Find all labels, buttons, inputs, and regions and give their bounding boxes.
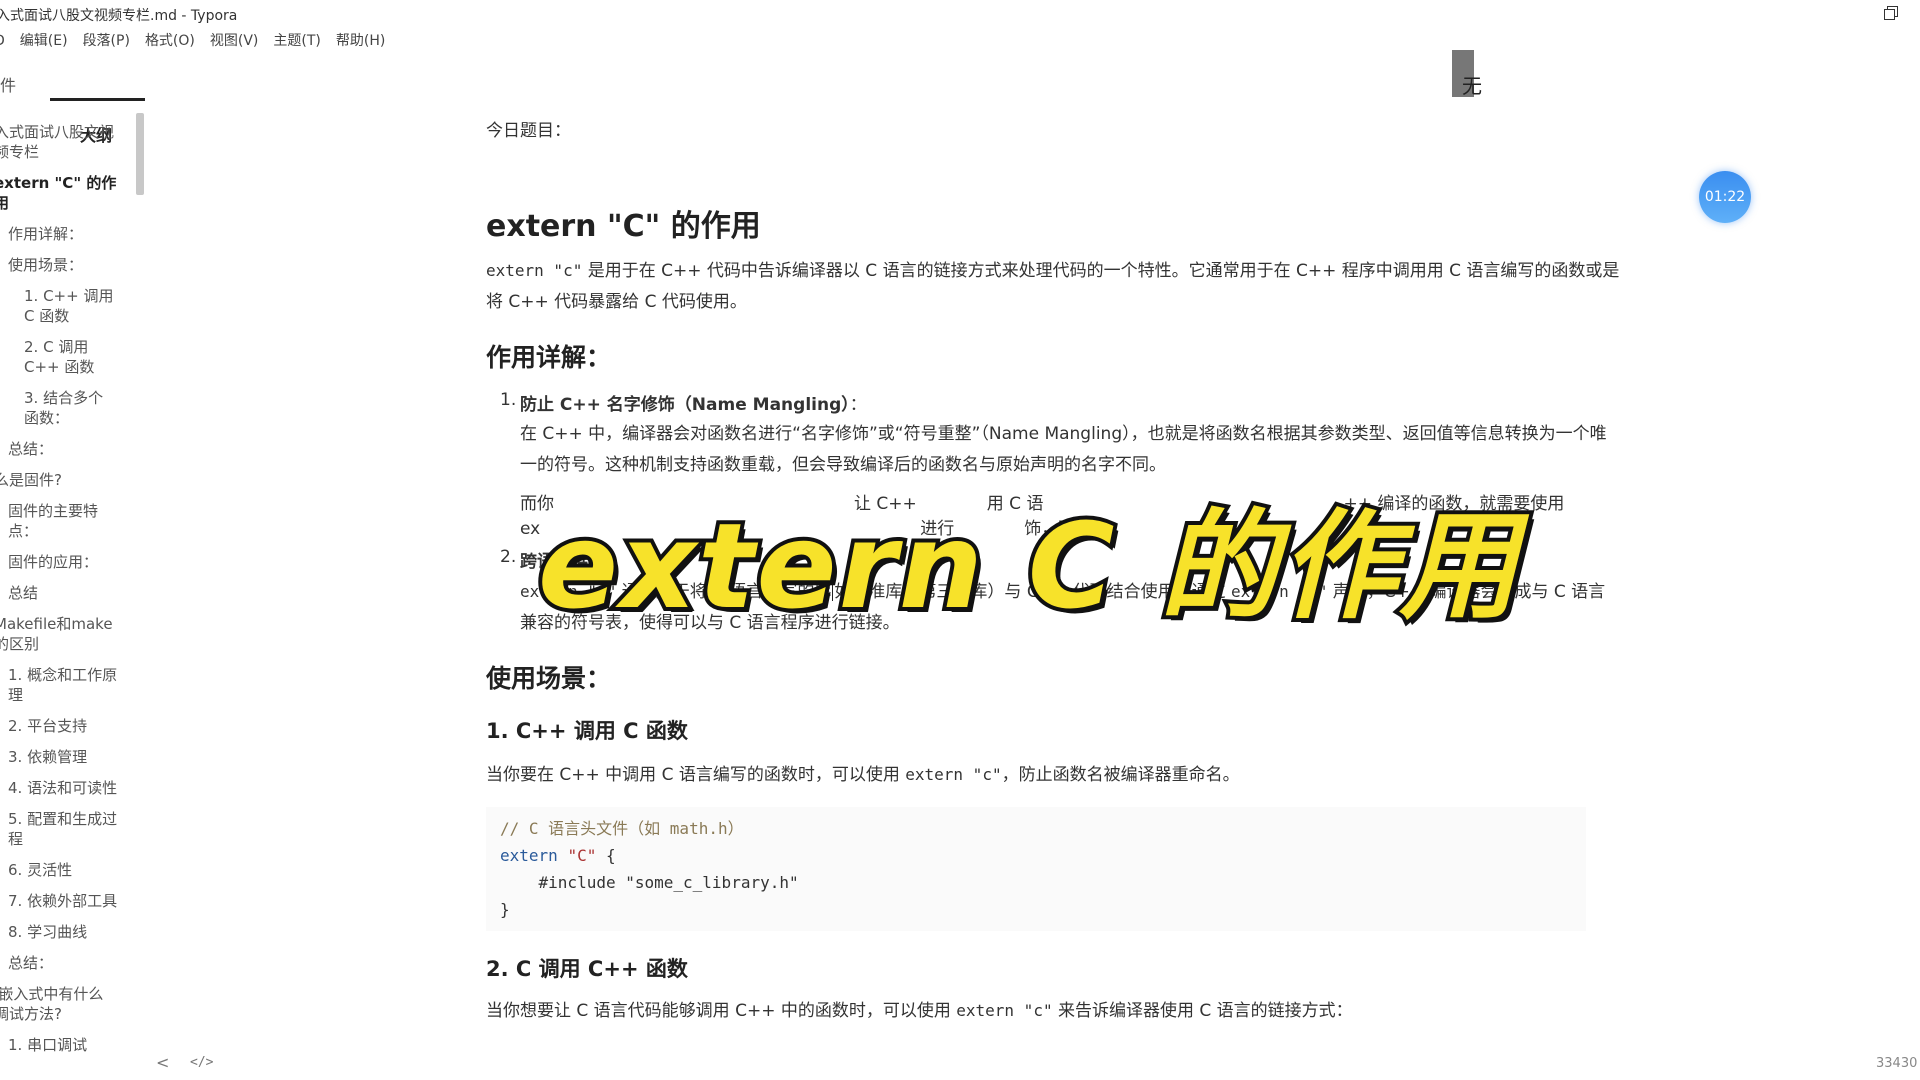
code-line: extern "C" { (500, 842, 1572, 869)
title-bar: 入式面试八股文视频专栏.md - Typora (0, 0, 1920, 28)
outline-item[interactable]: 2. C 调用 C++ 函数 (24, 337, 118, 377)
list-item-colon: ： (849, 395, 867, 415)
paragraph-usage-2: 当你想要让 C 语言代码能够调用 C++ 中的函数时，可以使用 extern "… (486, 995, 1620, 1027)
window-title: 入式面试八股文视频专栏.md - Typora (0, 8, 238, 24)
menu-theme[interactable]: 主题(T) (273, 30, 320, 52)
menu-bar: D 编辑(E) 段落(P) 格式(O) 视图(V) 主题(T) 帮助(H) (0, 30, 400, 52)
intro-text: 今日题目： (486, 121, 571, 141)
outline-item[interactable]: Makefile和make的区别 (0, 614, 118, 654)
menu-edit[interactable]: 编辑(E) (20, 30, 68, 52)
heading-usage: 使用场景： (486, 664, 612, 693)
sidebar-scrollbar[interactable] (136, 113, 144, 195)
menu-paragraph[interactable]: 段落(P) (83, 30, 130, 52)
outline-list: 入式面试八股文视频专栏 extern "C" 的作用作用详解： 使用场景： 1. C+… (0, 122, 118, 1066)
outline-item[interactable]: 6. 灵活性 (8, 860, 118, 880)
outline-item[interactable]: 3. 结合多个函数： (24, 388, 118, 428)
menu-view[interactable]: 视图(V) (210, 30, 259, 52)
source-mode-icon[interactable]: </> (190, 1055, 213, 1070)
outline-item[interactable]: 总结： (8, 953, 118, 973)
list-number: 2. (500, 547, 517, 567)
outline-item[interactable]: 1. C++ 调用 C 函数 (24, 286, 118, 326)
outline-item[interactable]: 总结 (8, 583, 118, 603)
restore-window-icon[interactable] (1884, 6, 1898, 20)
heading-c-call-cpp: 2. C 调用 C++ 函数 (486, 957, 688, 981)
code-line: } (500, 900, 510, 919)
sidebar-tabs: 件 大纲 (0, 60, 146, 145)
menu-file-fragment[interactable]: D (0, 30, 5, 52)
sidebar: 件 大纲 入式面试八股文视频专栏 extern "C" 的作用作用详解： 使用场景：… (0, 60, 146, 1080)
word-count[interactable]: 33430 词 (1876, 1052, 1920, 1071)
list-item-title: 防止 C++ 名字修饰（Name Mangling） (520, 395, 850, 415)
outline-item[interactable]: 1. 串口调试 (8, 1035, 118, 1055)
outline-item[interactable]: 4. 语法和可读性 (8, 778, 118, 798)
heading-detail: 作用详解： (486, 343, 612, 372)
code-text: { (596, 846, 616, 865)
inline-code: extern "c" (905, 765, 1002, 784)
outline-item[interactable]: 固件的主要特点： (8, 501, 118, 541)
code-block[interactable]: // C 语言头文件（如 math.h） extern "C" { #inclu… (486, 807, 1586, 931)
outline-item[interactable]: 作用详解： (8, 224, 118, 244)
outline-item[interactable]: 总结： (8, 439, 118, 459)
text-fragment: 当你想要让 C 语言代码能够调用 C++ 中的函数时，可以使用 (486, 1001, 957, 1021)
text-fragment: 当你要在 C++ 中调用 C 语言编写的函数时，可以使用 (486, 765, 906, 785)
outline-item[interactable]: 8. 学习曲线 (8, 922, 118, 942)
paragraph-text: 是用于在 C++ 代码中告诉编译器以 C 语言的链接方式来处理代码的一个特性。它… (486, 261, 1620, 312)
text-fragment: ，防止函数名被编译器重命名。 (1001, 765, 1240, 785)
inline-code: extern "c" (956, 1001, 1053, 1020)
menu-help[interactable]: 帮助(H) (336, 30, 385, 52)
paragraph-definition: extern "c" 是用于在 C++ 代码中告诉编译器以 C 语言的链接方式来… (486, 255, 1620, 318)
outline-item[interactable]: extern "C" 的作用 (0, 173, 118, 213)
outline-item[interactable]: 7. 依赖外部工具 (8, 891, 118, 911)
outline-item[interactable]: 固件的应用： (8, 552, 118, 572)
code-line: #include "some_c_library.h" (500, 873, 799, 892)
code-comment: // C 语言头文件（如 math.h） (500, 819, 744, 838)
outline-item[interactable]: 3. 依赖管理 (8, 747, 118, 767)
inline-code: extern "c" (486, 261, 583, 280)
video-caption-overlay: extern C 的作用 (534, 493, 1522, 639)
outline-item[interactable]: 入式面试八股文视频专栏 (0, 122, 118, 162)
collapse-sidebar-icon[interactable]: < (156, 1053, 169, 1072)
outline-item[interactable]: 5. 配置和生成过程 (8, 809, 118, 849)
code-string: "C" (567, 846, 597, 865)
outline-item[interactable]: 么是固件? (0, 470, 118, 490)
list-number: 1. (500, 390, 517, 410)
list-item-title-line: 防止 C++ 名字修饰（Name Mangling）： (520, 390, 1620, 421)
active-tab-indicator (50, 98, 145, 101)
text-fragment: 来告诉编译器使用 C 语言的链接方式： (1052, 1001, 1353, 1021)
paragraph-usage-1: 当你要在 C++ 中调用 C 语言编写的函数时，可以使用 extern "c"，… (486, 759, 1620, 791)
tab-files[interactable]: 件 (0, 72, 16, 96)
outline-item[interactable]: 使用场景： (8, 255, 118, 275)
overlay-glyph: 无 (1462, 74, 1482, 98)
code-keyword: extern (500, 846, 558, 865)
outline-item[interactable]: 1. 概念和工作原理 (8, 665, 118, 705)
timer-badge[interactable]: 01:22 (1699, 171, 1751, 223)
heading-extern-c: extern "C" 的作用 (486, 209, 761, 244)
menu-format[interactable]: 格式(O) (145, 30, 195, 52)
heading-cpp-call-c: 1. C++ 调用 C 函数 (486, 719, 688, 743)
outline-item[interactable]: I嵌入式中有什么调试方法? (0, 984, 118, 1024)
outline-item[interactable]: 2. 平台支持 (8, 716, 118, 736)
